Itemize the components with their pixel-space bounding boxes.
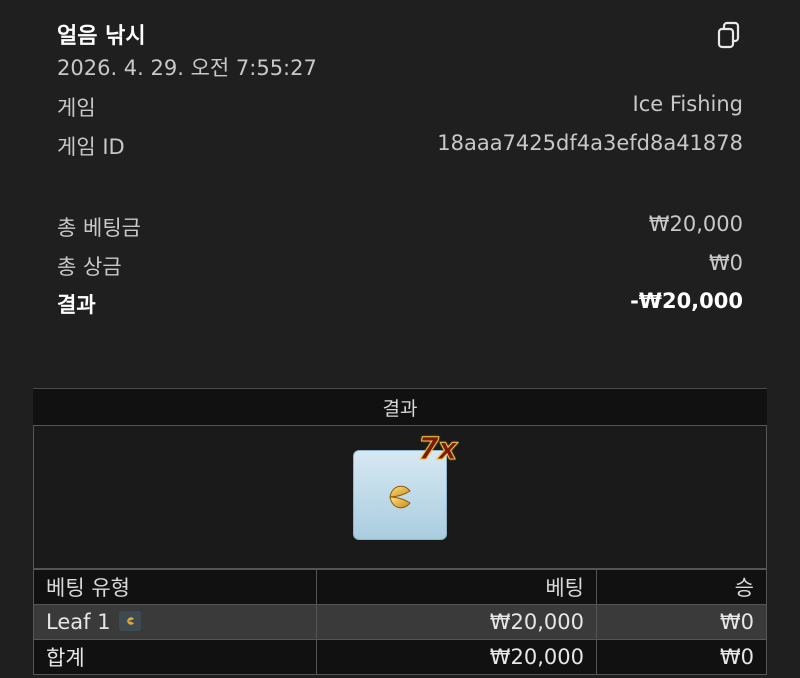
total-bet-cell: ₩20,000 [316, 639, 597, 675]
leaf-icon [118, 611, 141, 631]
bet-type-label: Leaf 1 [46, 610, 111, 634]
result-label: 결과 [57, 293, 96, 317]
game-id-row: 게임 ID 18aaa7425df4a3efd8a41878 [57, 131, 743, 161]
bets-table: 베팅 유형 베팅 승 Leaf 1 ₩20,000 ₩0 합계 ₩20,000 … [33, 569, 767, 675]
total-label: 합계 [33, 639, 317, 675]
game-id-value: 18aaa7425df4a3efd8a41878 [437, 131, 743, 155]
result-section: 결과 7x 베팅 유형 베팅 승 Leaf 1 ₩20,000 ₩0 합계 ₩2… [33, 388, 767, 675]
col-win: 승 [596, 569, 767, 605]
total-win-row: 총 상금 ₩0 [57, 251, 743, 281]
result-row: 결과 -₩20,000 [57, 289, 743, 319]
col-bet-type: 베팅 유형 [33, 569, 317, 605]
win-amount-cell: ₩0 [596, 604, 767, 640]
total-win-cell: ₩0 [596, 639, 767, 675]
col-bet: 베팅 [316, 569, 597, 605]
result-display: 7x [33, 425, 767, 569]
total-bet-row: 총 베팅금 ₩20,000 [57, 212, 743, 242]
game-row: 게임 Ice Fishing [57, 92, 743, 122]
total-bet-value: ₩20,000 [648, 212, 743, 236]
round-datetime: 2026. 4. 29. 오전 7:55:27 [57, 56, 317, 80]
table-row: Leaf 1 ₩20,000 ₩0 [33, 604, 767, 640]
page-title: 얼음 낚시 [57, 24, 146, 49]
game-id-label: 게임 ID [57, 135, 125, 159]
result-value: -₩20,000 [630, 289, 743, 313]
multiplier-badge: 7x [417, 432, 457, 468]
result-section-heading: 결과 [33, 388, 767, 425]
bet-amount-cell: ₩20,000 [316, 604, 597, 640]
total-win-value: ₩0 [708, 251, 743, 275]
total-win-label: 총 상금 [57, 255, 122, 279]
game-value: Ice Fishing [632, 92, 743, 116]
copy-icon[interactable] [715, 20, 743, 50]
bet-type-cell: Leaf 1 [33, 604, 317, 640]
total-row: 합계 ₩20,000 ₩0 [33, 639, 767, 675]
total-bet-label: 총 베팅금 [57, 216, 141, 240]
table-header-row: 베팅 유형 베팅 승 [33, 569, 767, 605]
game-label: 게임 [57, 96, 96, 120]
